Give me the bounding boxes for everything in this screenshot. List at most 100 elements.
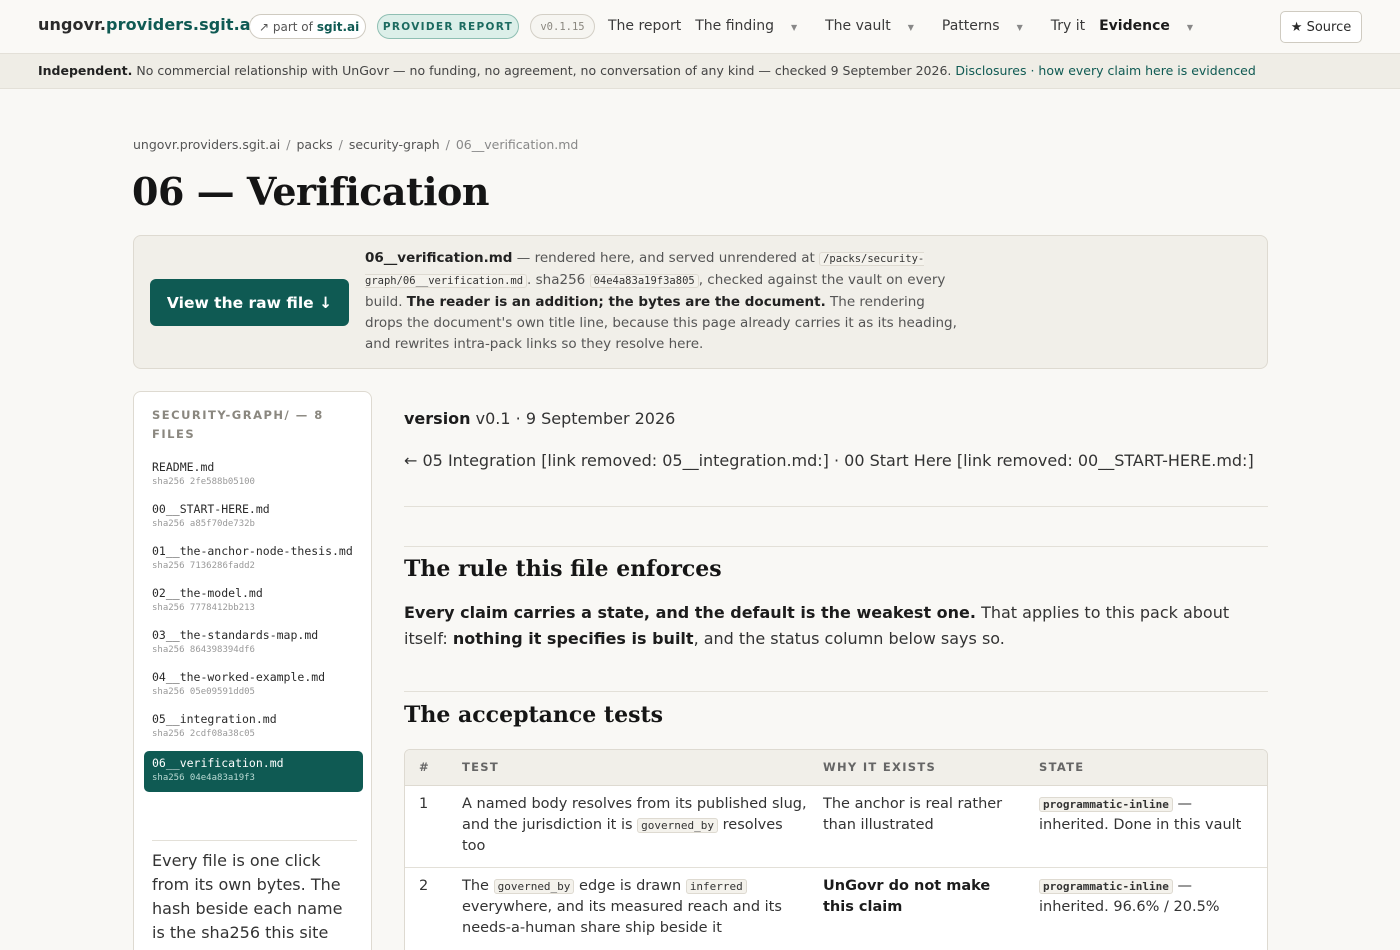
view-raw-file-button[interactable]: View the raw file ↓ [150, 279, 349, 326]
raw-file-card: View the raw file ↓ 06__verification.md … [133, 235, 1268, 369]
row-number: 1 [419, 796, 429, 812]
breadcrumb: ungovr.providers.sgit.ai / packs / secur… [133, 137, 579, 152]
file-item-integration[interactable]: 05__integration.md sha256 2cdf08a38c05 [144, 709, 363, 746]
rule-paragraph: Every claim carries a state, and the def… [404, 600, 1268, 652]
disclosures-link[interactable]: Disclosures [955, 63, 1026, 78]
file-item-model[interactable]: 02__the-model.md sha256 7778412bb213 [144, 583, 363, 620]
rule-text-2: , and the status column below says so. [693, 629, 1005, 648]
sidebar-note: Every file is one click from its own byt… [152, 840, 357, 950]
file-hash: sha256 2cdf08a38c05 [152, 729, 255, 739]
breadcrumb-item-pack[interactable]: security-graph [349, 137, 440, 152]
nav-link-patterns-label: Patterns [941, 18, 1000, 34]
file-name: 02__the-model.md [152, 586, 263, 600]
file-name: 00__START-HERE.md [152, 502, 270, 516]
row-test: The governed_by edge is drawn inferred e… [462, 876, 807, 939]
pack-navigation[interactable]: ← 05 Integration [link removed: 05__inte… [404, 451, 1254, 470]
raw-text-1: — rendered here, and served unrendered a… [516, 250, 815, 266]
row-state: programmatic-inline — inherited. 96.6% /… [1039, 876, 1254, 918]
chevron-down-icon: ▼ [1186, 23, 1194, 32]
test-code: inferred [685, 879, 747, 894]
section-heading-tests: The acceptance tests [404, 702, 664, 728]
nav-link-vault[interactable]: The vault ▼ [825, 18, 928, 34]
divider [404, 691, 1268, 692]
site-brand[interactable]: ungovr.providers.sgit.ai [38, 15, 256, 34]
file-item-standards-map[interactable]: 03__the-standards-map.md sha256 864398394… [144, 625, 363, 662]
independence-banner: Independent. No commercial relationship … [0, 54, 1400, 89]
file-name: 04__the-worked-example.md [152, 670, 326, 684]
brand-accent: providers.sgit.ai [106, 15, 257, 34]
evidence-method-link[interactable]: how every claim here is evidenced [1038, 63, 1255, 78]
test-code: governed_by [637, 818, 719, 833]
column-header-why: WHY IT EXISTS [823, 760, 937, 774]
table-header: # TEST WHY IT EXISTS STATE [405, 750, 1267, 786]
source-button[interactable]: ★ Source [1280, 11, 1362, 43]
file-name: 01__the-anchor-node-thesis.md [152, 544, 353, 558]
row-test: A named body resolves from its published… [462, 794, 807, 857]
test-code: governed_by [493, 879, 575, 894]
version-line: version v0.1 · 9 September 2026 [404, 409, 675, 428]
table-row: 1 A named body resolves from its publish… [405, 786, 1267, 868]
version-value: v0.1 · 9 September 2026 [475, 409, 676, 428]
breadcrumb-item-current: 06__verification.md [455, 137, 579, 152]
section-heading-rule: The rule this file enforces [404, 556, 722, 582]
file-name: 05__integration.md [152, 712, 277, 726]
chevron-down-icon: ▼ [907, 23, 914, 32]
rule-bold-2: nothing it specifies is built [452, 629, 694, 648]
nav-link-try-it[interactable]: Try it [1051, 18, 1085, 34]
file-item-verification[interactable]: 06__verification.md sha256 04e4a83a19f3 [144, 751, 363, 792]
nav-link-finding[interactable]: The finding ▼ [695, 18, 811, 34]
divider [404, 506, 1268, 507]
chevron-down-icon: ▼ [790, 23, 798, 32]
file-item-start-here[interactable]: 00__START-HERE.md sha256 a85f70de732b [144, 499, 363, 536]
chevron-down-icon: ▼ [1016, 23, 1023, 32]
file-hash: sha256 05e09591dd05 [152, 687, 255, 697]
raw-bold: The reader is an addition; the bytes are… [406, 294, 826, 310]
top-nav: ungovr.providers.sgit.ai ↗ part of sgit.a… [0, 0, 1400, 54]
nav-link-evidence[interactable]: Evidence ▼ [1099, 18, 1207, 34]
sidebar-heading: SECURITY-GRAPH/ — 8 FILES [152, 408, 324, 441]
state-code: programmatic-inline [1039, 797, 1173, 812]
state-code: programmatic-inline [1039, 879, 1173, 894]
raw-text-2: . sha256 [527, 272, 586, 288]
file-hash: sha256 7136286fadd2 [152, 561, 255, 571]
row-number: 2 [419, 878, 429, 894]
part-of-site: sgit.ai [316, 19, 360, 34]
banner-separator: · [1030, 63, 1035, 78]
raw-hash: 04e4a83a19f3a805 [589, 274, 699, 288]
nav-link-finding-label: The finding [695, 18, 774, 34]
file-name: 06__verification.md [152, 756, 284, 770]
divider [404, 546, 1268, 547]
test-text: edge is drawn [579, 878, 682, 894]
brand-prefix: ungovr. [38, 15, 107, 34]
breadcrumb-item-packs[interactable]: packs [296, 137, 332, 152]
nav-link-report[interactable]: The report [608, 18, 681, 34]
provider-report-badge: PROVIDER REPORT [377, 14, 519, 39]
file-list: README.md sha256 2fe588b05100 00__START-H… [144, 457, 363, 797]
column-header-state: STATE [1039, 760, 1085, 774]
row-state: programmatic-inline — inherited. Done in… [1039, 794, 1254, 836]
part-of-link[interactable]: ↗ part of sgit.ai [249, 14, 366, 39]
main-nav: The report The finding ▼ The vault ▼ Patte… [608, 18, 1221, 34]
file-item-readme[interactable]: README.md sha256 2fe588b05100 [144, 457, 363, 494]
row-why: The anchor is real rather than illustrat… [823, 796, 1003, 833]
file-item-anchor-node-thesis[interactable]: 01__the-anchor-node-thesis.md sha256 7136… [144, 541, 363, 578]
nav-link-patterns[interactable]: Patterns ▼ [942, 18, 1037, 34]
banner-lead: Independent. [38, 63, 133, 78]
table-row: 2 The governed_by edge is drawn inferred… [405, 868, 1267, 950]
raw-filename: 06__verification.md [365, 250, 513, 266]
part-of-label: ↗ part of [259, 19, 313, 34]
file-hash: sha256 2fe588b05100 [152, 477, 255, 487]
version-label: version [404, 409, 471, 428]
column-header-test: TEST [462, 760, 500, 774]
nav-link-vault-label: The vault [825, 18, 891, 34]
test-text: The [462, 878, 489, 894]
raw-file-description: 06__verification.md — rendered here, and… [365, 248, 965, 355]
file-hash: sha256 04e4a83a19f3 [152, 773, 255, 783]
column-header-number: # [419, 760, 430, 774]
breadcrumb-item-site[interactable]: ungovr.providers.sgit.ai [133, 137, 280, 152]
page-title: 06 — Verification [132, 169, 489, 214]
file-item-worked-example[interactable]: 04__the-worked-example.md sha256 05e09591… [144, 667, 363, 704]
file-hash: sha256 864398394df6 [152, 645, 255, 655]
row-why: UnGovr do not make this claim [823, 878, 991, 915]
version-badge: v0.1.15 [530, 14, 595, 39]
